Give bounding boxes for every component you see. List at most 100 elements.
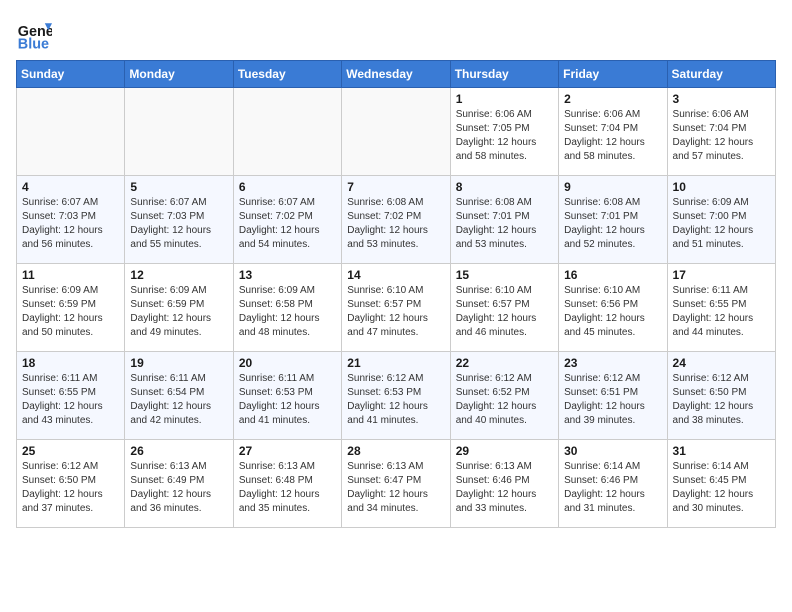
day-info: Sunrise: 6:06 AMSunset: 7:04 PMDaylight:… xyxy=(564,108,661,164)
calendar-cell: 28 Sunrise: 6:13 AMSunset: 6:47 PMDayligh… xyxy=(342,440,450,528)
day-info: Sunrise: 6:09 AMSunset: 6:59 PMDaylight:… xyxy=(22,284,119,340)
day-number: 28 xyxy=(347,444,444,458)
svg-text:Blue: Blue xyxy=(18,36,49,52)
day-info: Sunrise: 6:09 AMSunset: 6:59 PMDaylight:… xyxy=(130,284,227,340)
calendar-cell xyxy=(125,88,233,176)
day-number: 31 xyxy=(673,444,770,458)
calendar-cell: 4 Sunrise: 6:07 AMSunset: 7:03 PMDaylight… xyxy=(17,176,125,264)
day-number: 11 xyxy=(22,268,119,282)
calendar-cell: 29 Sunrise: 6:13 AMSunset: 6:46 PMDayligh… xyxy=(450,440,558,528)
calendar-week: 4 Sunrise: 6:07 AMSunset: 7:03 PMDaylight… xyxy=(17,176,776,264)
day-number: 24 xyxy=(673,356,770,370)
calendar-cell: 10 Sunrise: 6:09 AMSunset: 7:00 PMDayligh… xyxy=(667,176,775,264)
day-number: 17 xyxy=(673,268,770,282)
logo: General Blue xyxy=(16,16,52,52)
calendar-cell: 12 Sunrise: 6:09 AMSunset: 6:59 PMDayligh… xyxy=(125,264,233,352)
calendar-cell: 27 Sunrise: 6:13 AMSunset: 6:48 PMDayligh… xyxy=(233,440,341,528)
day-number: 29 xyxy=(456,444,553,458)
calendar-cell: 20 Sunrise: 6:11 AMSunset: 6:53 PMDayligh… xyxy=(233,352,341,440)
day-info: Sunrise: 6:14 AMSunset: 6:46 PMDaylight:… xyxy=(564,460,661,516)
day-info: Sunrise: 6:07 AMSunset: 7:02 PMDaylight:… xyxy=(239,196,336,252)
day-number: 23 xyxy=(564,356,661,370)
day-number: 16 xyxy=(564,268,661,282)
calendar-cell: 22 Sunrise: 6:12 AMSunset: 6:52 PMDayligh… xyxy=(450,352,558,440)
day-number: 27 xyxy=(239,444,336,458)
day-number: 8 xyxy=(456,180,553,194)
calendar-cell xyxy=(233,88,341,176)
calendar-cell: 1 Sunrise: 6:06 AMSunset: 7:05 PMDaylight… xyxy=(450,88,558,176)
day-info: Sunrise: 6:11 AMSunset: 6:53 PMDaylight:… xyxy=(239,372,336,428)
day-info: Sunrise: 6:12 AMSunset: 6:52 PMDaylight:… xyxy=(456,372,553,428)
weekday-header: Saturday xyxy=(667,61,775,88)
calendar-week: 25 Sunrise: 6:12 AMSunset: 6:50 PMDayligh… xyxy=(17,440,776,528)
day-info: Sunrise: 6:09 AMSunset: 6:58 PMDaylight:… xyxy=(239,284,336,340)
calendar-cell: 19Sunrise: 6:11 AMSunset: 6:54 PMDayligh… xyxy=(125,352,233,440)
calendar-cell: 31Sunrise: 6:14 AMSunset: 6:45 PMDayligh… xyxy=(667,440,775,528)
day-info: Sunrise: 6:11 AMSunset: 6:55 PMDaylight:… xyxy=(22,372,119,428)
calendar-week: 1 Sunrise: 6:06 AMSunset: 7:05 PMDaylight… xyxy=(17,88,776,176)
day-number: 10 xyxy=(673,180,770,194)
calendar-cell: 26Sunrise: 6:13 AMSunset: 6:49 PMDayligh… xyxy=(125,440,233,528)
day-number: 3 xyxy=(673,92,770,106)
day-info: Sunrise: 6:13 AMSunset: 6:47 PMDaylight:… xyxy=(347,460,444,516)
calendar-cell: 17 Sunrise: 6:11 AMSunset: 6:55 PMDayligh… xyxy=(667,264,775,352)
calendar-table: SundayMondayTuesdayWednesdayThursdayFrid… xyxy=(16,60,776,528)
day-number: 15 xyxy=(456,268,553,282)
day-info: Sunrise: 6:12 AMSunset: 6:51 PMDaylight:… xyxy=(564,372,661,428)
day-number: 9 xyxy=(564,180,661,194)
day-number: 18 xyxy=(22,356,119,370)
day-info: Sunrise: 6:08 AMSunset: 7:02 PMDaylight:… xyxy=(347,196,444,252)
day-info: Sunrise: 6:09 AMSunset: 7:00 PMDaylight:… xyxy=(673,196,770,252)
day-number: 5 xyxy=(130,180,227,194)
day-number: 21 xyxy=(347,356,444,370)
calendar-cell: 23 Sunrise: 6:12 AMSunset: 6:51 PMDayligh… xyxy=(559,352,667,440)
day-info: Sunrise: 6:08 AMSunset: 7:01 PMDaylight:… xyxy=(456,196,553,252)
day-number: 25 xyxy=(22,444,119,458)
day-info: Sunrise: 6:07 AMSunset: 7:03 PMDaylight:… xyxy=(22,196,119,252)
calendar-cell: 16 Sunrise: 6:10 AMSunset: 6:56 PMDayligh… xyxy=(559,264,667,352)
day-info: Sunrise: 6:10 AMSunset: 6:56 PMDaylight:… xyxy=(564,284,661,340)
day-info: Sunrise: 6:11 AMSunset: 6:55 PMDaylight:… xyxy=(673,284,770,340)
weekday-header: Wednesday xyxy=(342,61,450,88)
calendar-cell: 6 Sunrise: 6:07 AMSunset: 7:02 PMDaylight… xyxy=(233,176,341,264)
weekday-header: Friday xyxy=(559,61,667,88)
day-number: 6 xyxy=(239,180,336,194)
day-info: Sunrise: 6:08 AMSunset: 7:01 PMDaylight:… xyxy=(564,196,661,252)
day-info: Sunrise: 6:11 AMSunset: 6:54 PMDaylight:… xyxy=(130,372,227,428)
day-info: Sunrise: 6:12 AMSunset: 6:50 PMDaylight:… xyxy=(22,460,119,516)
day-number: 1 xyxy=(456,92,553,106)
calendar-cell: 21 Sunrise: 6:12 AMSunset: 6:53 PMDayligh… xyxy=(342,352,450,440)
day-info: Sunrise: 6:07 AMSunset: 7:03 PMDaylight:… xyxy=(130,196,227,252)
day-number: 22 xyxy=(456,356,553,370)
day-info: Sunrise: 6:12 AMSunset: 6:53 PMDaylight:… xyxy=(347,372,444,428)
calendar-cell xyxy=(17,88,125,176)
logo-icon: General Blue xyxy=(16,16,52,52)
day-number: 14 xyxy=(347,268,444,282)
weekday-header: Monday xyxy=(125,61,233,88)
day-info: Sunrise: 6:13 AMSunset: 6:48 PMDaylight:… xyxy=(239,460,336,516)
calendar-week: 11 Sunrise: 6:09 AMSunset: 6:59 PMDayligh… xyxy=(17,264,776,352)
weekday-header: Tuesday xyxy=(233,61,341,88)
weekday-header: Thursday xyxy=(450,61,558,88)
day-number: 4 xyxy=(22,180,119,194)
calendar-cell: 14Sunrise: 6:10 AMSunset: 6:57 PMDayligh… xyxy=(342,264,450,352)
calendar-cell: 15 Sunrise: 6:10 AMSunset: 6:57 PMDayligh… xyxy=(450,264,558,352)
day-number: 30 xyxy=(564,444,661,458)
calendar-cell: 2Sunrise: 6:06 AMSunset: 7:04 PMDaylight… xyxy=(559,88,667,176)
calendar-cell: 3 Sunrise: 6:06 AMSunset: 7:04 PMDaylight… xyxy=(667,88,775,176)
day-number: 26 xyxy=(130,444,227,458)
day-info: Sunrise: 6:13 AMSunset: 6:46 PMDaylight:… xyxy=(456,460,553,516)
calendar-cell: 13 Sunrise: 6:09 AMSunset: 6:58 PMDayligh… xyxy=(233,264,341,352)
calendar-cell xyxy=(342,88,450,176)
day-info: Sunrise: 6:06 AMSunset: 7:05 PMDaylight:… xyxy=(456,108,553,164)
calendar-cell: 30 Sunrise: 6:14 AMSunset: 6:46 PMDayligh… xyxy=(559,440,667,528)
day-info: Sunrise: 6:06 AMSunset: 7:04 PMDaylight:… xyxy=(673,108,770,164)
page-header: General Blue xyxy=(16,16,776,52)
day-info: Sunrise: 6:10 AMSunset: 6:57 PMDaylight:… xyxy=(456,284,553,340)
day-number: 20 xyxy=(239,356,336,370)
day-number: 13 xyxy=(239,268,336,282)
calendar-cell: 18 Sunrise: 6:11 AMSunset: 6:55 PMDayligh… xyxy=(17,352,125,440)
calendar-week: 18 Sunrise: 6:11 AMSunset: 6:55 PMDayligh… xyxy=(17,352,776,440)
day-info: Sunrise: 6:12 AMSunset: 6:50 PMDaylight:… xyxy=(673,372,770,428)
day-number: 12 xyxy=(130,268,227,282)
